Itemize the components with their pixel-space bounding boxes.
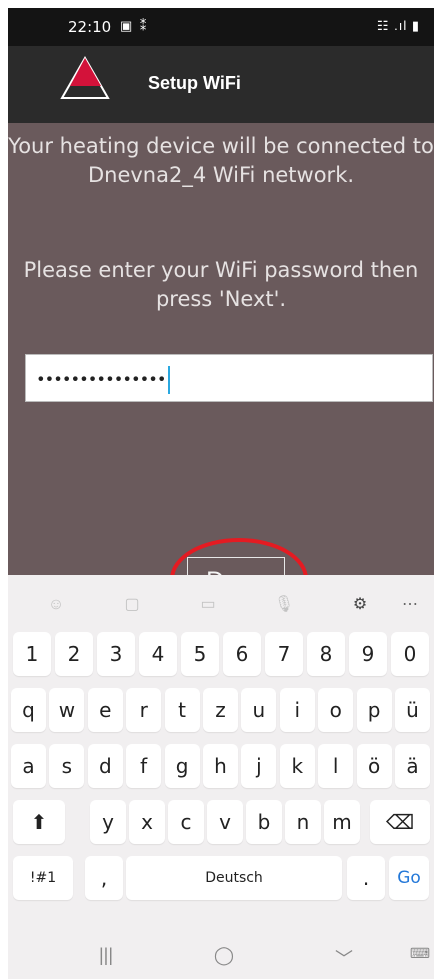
home-button[interactable]: ◯: [204, 945, 244, 966]
status-time: 22:10: [68, 18, 112, 36]
back-button[interactable]: ﹀: [324, 945, 364, 971]
instruction-message: Please enter your WiFi password then pre…: [23, 258, 419, 311]
key-s[interactable]: s: [49, 744, 85, 788]
notification-icons: ▣ ⁑: [120, 18, 149, 33]
backspace-key[interactable]: ⌫: [370, 800, 430, 844]
setup-content: Your heating device will be connected to…: [8, 123, 434, 620]
key-4[interactable]: 4: [139, 632, 177, 676]
key-w[interactable]: w: [49, 688, 85, 732]
password-value: •••••••••••••••: [36, 369, 166, 389]
emoji-icon[interactable]: ☺: [42, 591, 70, 619]
app-bar: Setup WiFi: [8, 46, 434, 123]
key-8[interactable]: 8: [307, 632, 345, 676]
key-5[interactable]: 5: [181, 632, 219, 676]
key-1[interactable]: 1: [13, 632, 51, 676]
key-c[interactable]: c: [168, 800, 204, 844]
key-k[interactable]: k: [279, 744, 315, 788]
key-7[interactable]: 7: [265, 632, 303, 676]
key-v[interactable]: v: [207, 800, 243, 844]
key-2[interactable]: 2: [55, 632, 93, 676]
key-ä[interactable]: ä: [395, 744, 430, 788]
key-h[interactable]: h: [203, 744, 238, 788]
key-o[interactable]: o: [318, 688, 354, 732]
signal-battery-icons: ☷ .ıl ▮: [376, 18, 420, 33]
keyboard-switch-icon[interactable]: ⌨: [400, 945, 440, 962]
key-l[interactable]: l: [318, 744, 354, 788]
key-i[interactable]: i: [279, 688, 315, 732]
key-e[interactable]: e: [87, 688, 123, 732]
text-caret: [167, 366, 170, 394]
navigation-bar: ||| ◯ ﹀ ⌨: [8, 937, 434, 979]
page-title: Setup WiFi: [148, 73, 241, 93]
key-3[interactable]: 3: [97, 632, 135, 676]
keyboard-toolbar: ☺ ▢ ▭ 🎙 ⚙ ⋯: [8, 583, 434, 625]
status-bar: 22:10 ▣ ⁑ ☷ .ıl ▮: [8, 8, 434, 46]
key-f[interactable]: f: [126, 744, 162, 788]
key-a[interactable]: a: [11, 744, 46, 788]
key-y[interactable]: y: [90, 800, 126, 844]
shift-key[interactable]: ⬆: [13, 800, 65, 844]
key-t[interactable]: t: [164, 688, 200, 732]
key-n[interactable]: n: [285, 800, 321, 844]
key-m[interactable]: m: [324, 800, 360, 844]
recents-button[interactable]: |||: [86, 945, 126, 966]
comma-key[interactable]: ,: [85, 856, 123, 900]
microphone-icon[interactable]: 🎙: [270, 591, 298, 619]
connection-message: Your heating device will be connected to…: [8, 134, 434, 187]
key-9[interactable]: 9: [349, 632, 387, 676]
go-key[interactable]: Go: [389, 856, 429, 900]
key-u[interactable]: u: [241, 688, 277, 732]
key-6[interactable]: 6: [223, 632, 261, 676]
key-q[interactable]: q: [11, 688, 46, 732]
key-0[interactable]: 0: [391, 632, 429, 676]
key-p[interactable]: p: [356, 688, 392, 732]
key-ö[interactable]: ö: [356, 744, 392, 788]
key-b[interactable]: b: [246, 800, 282, 844]
wifi-password-input[interactable]: •••••••••••••••: [25, 354, 433, 402]
gif-icon[interactable]: ▭: [194, 591, 222, 619]
period-key[interactable]: .: [347, 856, 385, 900]
gear-icon[interactable]: ⚙: [346, 591, 374, 619]
key-j[interactable]: j: [241, 744, 277, 788]
key-d[interactable]: d: [87, 744, 123, 788]
app-logo-icon: [60, 55, 110, 99]
symbols-key[interactable]: !#1: [13, 856, 73, 900]
key-z[interactable]: z: [203, 688, 238, 732]
key-g[interactable]: g: [164, 744, 200, 788]
sticker-icon[interactable]: ▢: [118, 591, 146, 619]
key-ü[interactable]: ü: [395, 688, 430, 732]
more-icon[interactable]: ⋯: [396, 591, 424, 619]
on-screen-keyboard: ☺ ▢ ▭ 🎙 ⚙ ⋯ 1234567890 qwertzuiopü asdfghj…: [8, 575, 434, 937]
key-x[interactable]: x: [129, 800, 165, 844]
key-r[interactable]: r: [126, 688, 162, 732]
space-key[interactable]: Deutsch: [126, 856, 342, 900]
